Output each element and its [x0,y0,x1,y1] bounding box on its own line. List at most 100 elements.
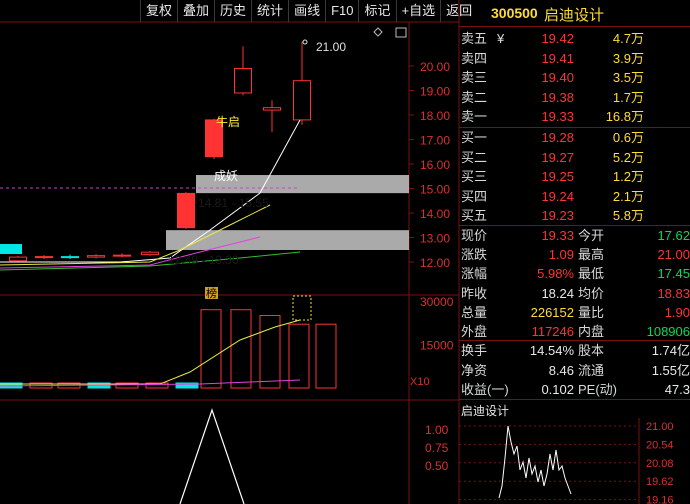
annotation-niuqi: 牛启 [216,114,240,129]
bid-row[interactable]: 买一 19.28 0.6万 [459,128,690,147]
toolbar-button-stats[interactable]: 统计 [251,0,288,22]
candle [87,255,105,258]
fundamental-value-2: 47.3 [664,382,690,397]
indicator-tick-label: 1.00 [425,423,449,437]
ask-row[interactable]: 卖三 19.40 3.5万 [459,68,690,87]
bid-row[interactable]: 买三 19.25 1.2万 [459,167,690,186]
indicator-tick-label: 0.75 [425,441,449,455]
bid-row[interactable]: 买五 19.23 5.8万 [459,206,690,225]
toolbar: 复权 叠加 历史 统计 画线 F10 标记 +自选 返回 [140,0,477,22]
ask-row[interactable]: 卖一 19.33 16.8万 [459,107,690,126]
row-value: 19.28 [541,130,574,145]
row-value: 19.27 [541,149,574,165]
row-label: 昨收 [461,285,488,301]
quote-row[interactable]: 外盘 117246 内盘 108906 [459,322,690,341]
bid-row[interactable]: 买四 19.24 2.1万 [459,187,690,206]
row-value-2: 4.7万 [612,31,644,46]
quote-label-2: 内盘 [578,324,605,339]
row-label: 买三 [461,169,488,184]
stock-name: 启迪设计 [544,7,605,24]
quote-row[interactable]: 昨收 18.24 均价 18.83 [459,284,690,303]
toolbar-button-f10[interactable]: F10 [325,0,358,22]
price-tick-label: 18.00 [420,109,450,123]
toolbar-button-fuquan[interactable]: 复权 [140,0,177,22]
candles [0,41,311,262]
row-value: 18.24 [541,285,574,301]
high-price-label: 21.00 [316,40,346,54]
row-value: 226152 [530,304,574,320]
fundamental-value-2: 1.55亿 [651,362,690,378]
row-value: 19.42 [541,31,574,46]
fundamental-row[interactable]: 净资 8.46 流通 1.55亿 [459,361,690,380]
indicator-tick-label: 0.50 [425,459,449,473]
volume-bar [230,309,252,389]
ask-row[interactable]: 卖五 19.42 4.7万 ¥ [459,29,690,48]
candle [0,244,22,254]
fundamental-value-2: 1.74亿 [651,343,690,358]
quote-label-2: 量比 [578,304,605,320]
bid-row[interactable]: 买二 19.27 5.2万 [459,148,690,167]
price-tick-label: 14.00 [420,207,450,221]
row-value-2: 16.8万 [605,109,644,124]
candle [141,251,159,256]
fundamental-row[interactable]: 换手 14.54% 股本 1.74亿 [459,341,690,360]
price-tick-label: 15.00 [420,183,450,197]
quote-value-2: 17.45 [657,266,690,282]
toolbar-button-history[interactable]: 历史 [214,0,251,22]
currency-icon: ¥ [497,31,505,46]
row-label: 净资 [461,362,488,378]
toolbar-button-overlay[interactable]: 叠加 [177,0,214,22]
stock-code: 300500 [491,5,538,21]
toolbar-button-draw[interactable]: 画线 [288,0,325,22]
price-tick-label: 19.00 [420,85,450,99]
quote-row[interactable]: 现价 19.33 今开 17.62 [459,226,690,245]
volume-ma-line [0,319,301,385]
row-value: 19.33 [541,109,574,124]
quote-row[interactable]: 总量 226152 量比 1.90 [459,303,690,322]
row-label: 收益(一) [461,382,509,397]
price-tick-label: 20.00 [420,60,450,74]
toolbar-button-mark[interactable]: 标记 [358,0,395,22]
row-value: 14.54% [529,343,574,358]
quote-value-2: 18.83 [657,285,690,301]
quote-row[interactable]: 涨跌 1.09 最高 21.00 [459,245,690,264]
candle [293,80,311,121]
quote-label-2: 均价 [578,285,605,301]
row-value-2: 1.7万 [612,89,644,105]
row-label: 买四 [461,188,488,204]
ask-row[interactable]: 卖四 19.41 3.9万 [459,49,690,68]
candle [263,107,281,111]
price-tick-label: 13.00 [420,232,450,246]
row-value: 19.38 [541,89,574,105]
mini-tick-label: 21.00 [646,421,674,433]
zone-label-lower: 12.49 - 13.30 [168,253,239,267]
quote-label-2: 最低 [578,266,605,282]
volume-tick-label: 30000 [420,295,454,309]
intraday-line [498,425,572,499]
candle [234,67,252,94]
settings-icon [395,27,407,38]
price-tick-label: 12.00 [420,256,450,270]
mini-tick-label: 19.16 [646,495,674,504]
fundamental-row[interactable]: 收益(一) 0.102 PE(动) 47.3 [459,380,690,399]
row-label: 涨跌 [461,247,488,263]
row-value: 5.98% [537,266,574,282]
candle [113,254,131,257]
mini-tick-label: 20.08 [646,458,674,470]
stock-header: 300500 启迪设计 [459,0,690,27]
quote-row[interactable]: 涨幅 5.98% 最低 17.45 [459,264,690,283]
row-value: 8.46 [548,362,574,378]
kline-chart[interactable]: 30000 15000 X10 20.00 19.00 18.00 17.00 16.00 1… [0,0,460,504]
volume-highlight [292,295,312,321]
row-value: 117246 [531,324,574,339]
row-value: 19.25 [541,169,574,184]
intraday-mini-chart[interactable]: 启迪设计 21.00 20.54 20.08 19.62 19.16 [459,400,690,504]
fundamental-label-2: PE(动) [578,382,618,397]
quote-label-2: 今开 [578,228,605,243]
row-value-2: 1.2万 [612,169,644,184]
toolbar-button-add-watchlist[interactable]: +自选 [395,0,441,22]
candle [35,256,53,259]
row-label: 换手 [461,343,488,358]
ask-row[interactable]: 卖二 19.38 1.7万 [459,88,690,107]
indicator-line [179,408,245,504]
